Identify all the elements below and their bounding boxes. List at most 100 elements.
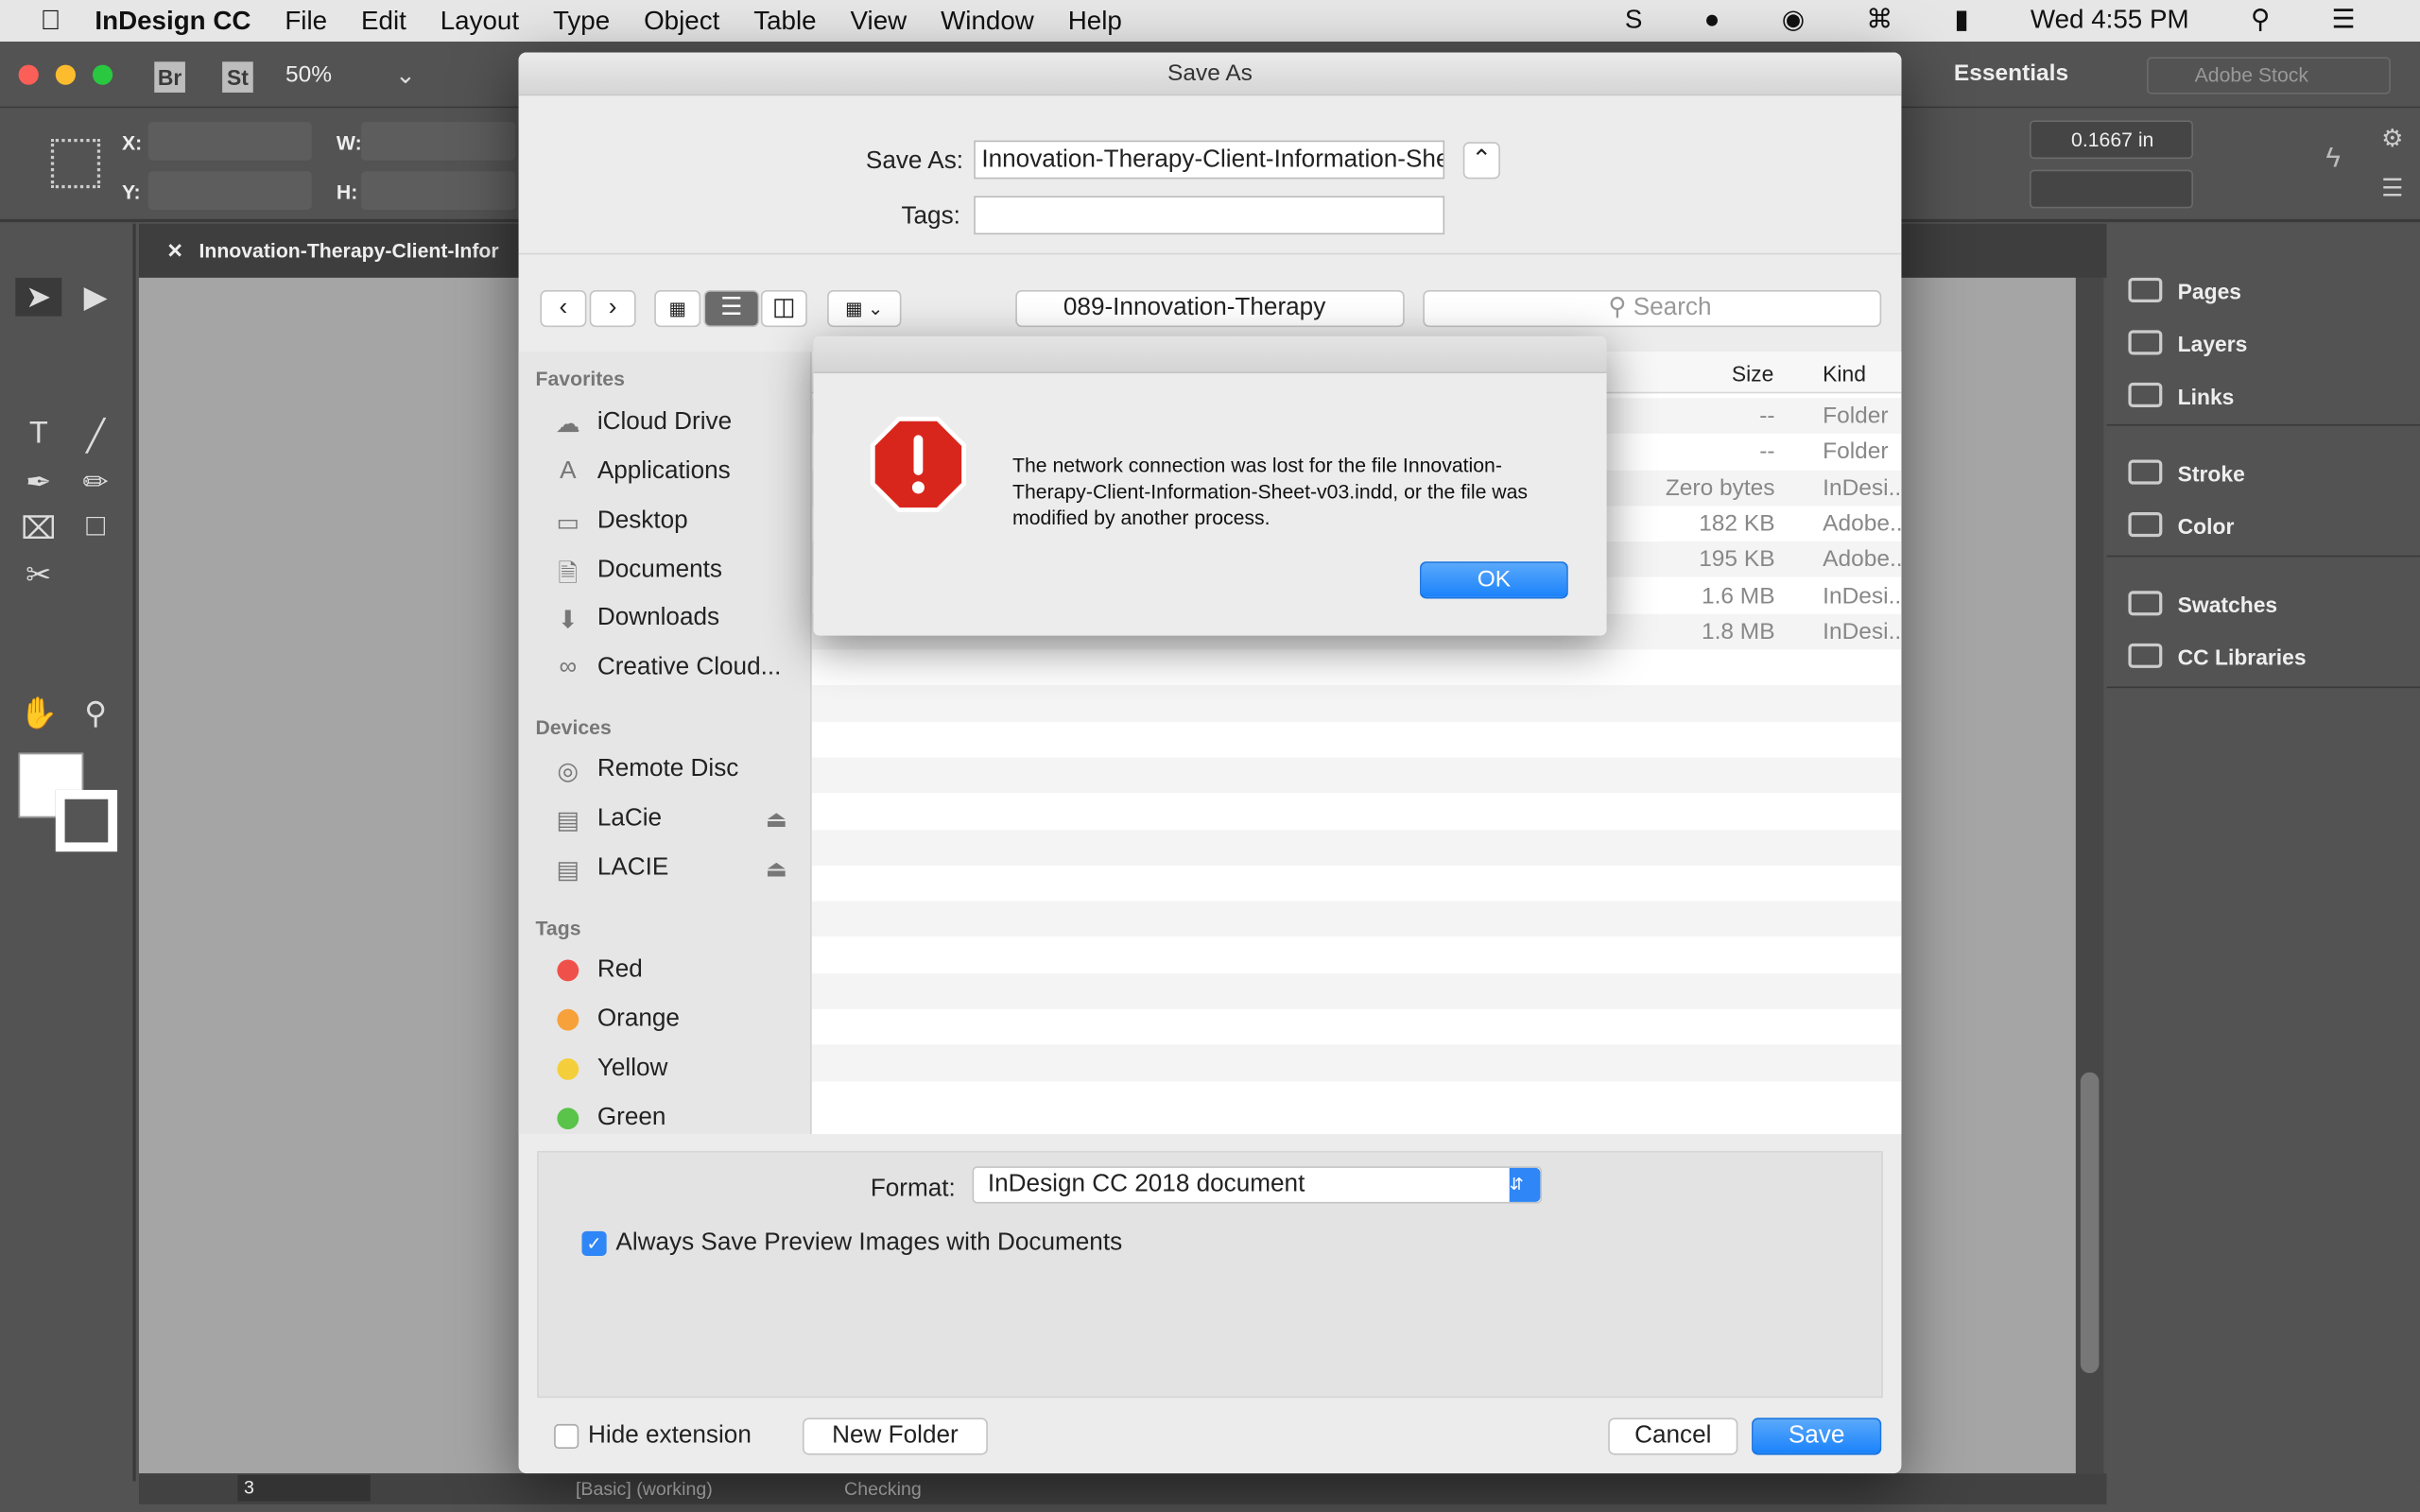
panel-stroke[interactable]: Stroke [2178,461,2245,486]
workspace-switcher[interactable]: Essentials [1954,60,2068,87]
preflight-status[interactable]: Checking [844,1478,922,1500]
panel-swatches[interactable]: Swatches [2178,593,2277,617]
panel-links[interactable]: Links [2178,385,2235,409]
notification-center-icon[interactable]: ☰ [2332,5,2356,36]
menu-app[interactable]: InDesign CC [95,6,251,37]
arrange-button[interactable]: ▦ ⌄ [827,289,902,328]
adobe-stock-search[interactable]: Adobe Stock [2147,57,2391,94]
save-button[interactable]: Save [1752,1418,1882,1455]
x-field[interactable] [147,121,312,161]
menu-layout[interactable]: Layout [441,6,519,37]
stock-button[interactable]: St [222,61,253,93]
file-row[interactable] [812,866,1902,902]
preview-checkbox[interactable]: ✓ [581,1230,607,1256]
zoom-window-button[interactable] [92,64,113,85]
menu-file[interactable]: File [285,6,327,37]
file-row[interactable] [812,1009,1902,1045]
clock[interactable]: Wed 4:55 PM [2031,5,2189,36]
column-view-button[interactable]: ◫ [760,289,807,328]
wifi-icon[interactable]: ⌘ [1866,5,1893,36]
gutter-field[interactable]: 0.1667 in [2029,120,2193,160]
ok-button[interactable]: OK [1420,561,1568,599]
file-row[interactable] [811,1044,1902,1081]
panel-layers[interactable]: Layers [2178,332,2248,356]
file-row[interactable] [812,649,1902,685]
sidebar-item-remote-disc[interactable]: Remote Disc [597,756,739,783]
tags-field[interactable] [974,196,1445,235]
sidebar-item-documents[interactable]: Documents [597,557,722,584]
direct-selection-tool-icon[interactable]: ▶ [73,278,119,317]
creative-cloud-icon[interactable]: ● [1704,5,1720,36]
lightning-icon[interactable]: ϟ [2325,142,2341,174]
menu-table[interactable]: Table [753,6,816,37]
sidebar-tag-orange[interactable]: Orange [597,1005,680,1033]
menu-type[interactable]: Type [553,6,610,37]
h-field[interactable] [361,171,516,211]
forward-button[interactable]: › [589,289,636,328]
sidebar-item-lacie[interactable]: LaCie [597,805,662,833]
file-row[interactable] [812,937,1902,973]
stroke-swatch[interactable] [55,789,118,852]
rectangle-tool-icon[interactable]: □ [73,509,119,545]
spotlight-icon[interactable]: ⚲ [2251,5,2270,36]
filename-field[interactable]: Innovation-Therapy-Client-Information-Sh… [974,140,1445,180]
format-select[interactable]: InDesign CC 2018 document ⇵ [972,1166,1543,1204]
menu-object[interactable]: Object [644,6,719,37]
pen-tool-icon[interactable]: ✒ [15,463,61,502]
stroke-style-select[interactable] [2029,169,2193,209]
back-button[interactable]: ‹ [540,289,587,328]
panel-pages[interactable]: Pages [2178,280,2241,304]
cancel-button[interactable]: Cancel [1608,1418,1738,1455]
selection-tool-icon[interactable]: ➤ [15,277,62,317]
w-field[interactable] [361,121,516,161]
zoom-level[interactable]: 50% [285,61,332,88]
rectangle-frame-tool-icon[interactable]: ⌧ [15,509,61,548]
search-field[interactable]: ⚲ Search [1423,289,1882,328]
sidebar-item-creative-cloud[interactable]: Creative Cloud... [597,654,782,681]
menu-window[interactable]: Window [941,6,1034,37]
new-folder-button[interactable]: New Folder [802,1418,988,1455]
menu-help[interactable]: Help [1068,6,1122,37]
reference-point-icon[interactable] [50,138,101,189]
sidebar-item-applications[interactable]: Applications [597,458,731,486]
upwork-icon[interactable]: ◉ [1782,5,1805,36]
file-row[interactable] [811,757,1902,794]
close-tab-icon[interactable]: ✕ [166,239,183,262]
sidebar-tag-yellow[interactable]: Yellow [597,1056,668,1083]
panel-cc-libraries[interactable]: CC Libraries [2178,644,2307,669]
apple-icon[interactable]:  [40,5,60,37]
sidebar-item-downloads[interactable]: Downloads [597,605,719,632]
line-tool-icon[interactable]: ╱ [73,417,119,455]
sidebar-tag-green[interactable]: Green [597,1105,666,1132]
vertical-scrollbar[interactable] [2075,277,2104,1474]
battery-icon[interactable]: ▮ [1954,5,1968,36]
file-row[interactable] [811,901,1902,937]
close-window-button[interactable] [18,64,39,85]
icon-view-button[interactable]: ▦ [654,289,701,328]
panel-menu-icon[interactable]: ☰ [2381,173,2403,204]
y-field[interactable] [147,171,312,211]
list-view-button[interactable]: ☰ [703,289,760,328]
file-row[interactable] [811,685,1902,722]
eject-icon[interactable]: ⏏ [766,805,787,833]
scissors-tool-icon[interactable]: ✂ [15,556,61,594]
bridge-button[interactable]: Br [154,61,185,93]
hand-tool-icon[interactable]: ✋ [15,695,61,733]
menu-edit[interactable]: Edit [361,6,406,37]
skype-icon[interactable]: S [1625,5,1643,36]
chevron-down-icon[interactable]: ⌄ [395,60,416,92]
file-row[interactable] [811,972,1902,1009]
sidebar-tag-red[interactable]: Red [597,956,643,984]
menu-view[interactable]: View [851,6,908,37]
hide-extension-checkbox[interactable] [554,1423,579,1450]
type-tool-icon[interactable]: T [15,417,61,453]
pencil-tool-icon[interactable]: ✏ [73,463,119,502]
file-row[interactable] [812,794,1902,830]
eject-icon[interactable]: ⏏ [766,854,787,883]
style-status[interactable]: [Basic] (working) [576,1478,713,1500]
folder-select[interactable]: 089-Innovation-Therapy [1015,289,1405,328]
file-row[interactable] [812,722,1902,758]
page-number-field[interactable]: 3 [237,1474,371,1502]
panel-color[interactable]: Color [2178,514,2235,539]
collapse-button[interactable]: ⌃ [1462,142,1500,180]
